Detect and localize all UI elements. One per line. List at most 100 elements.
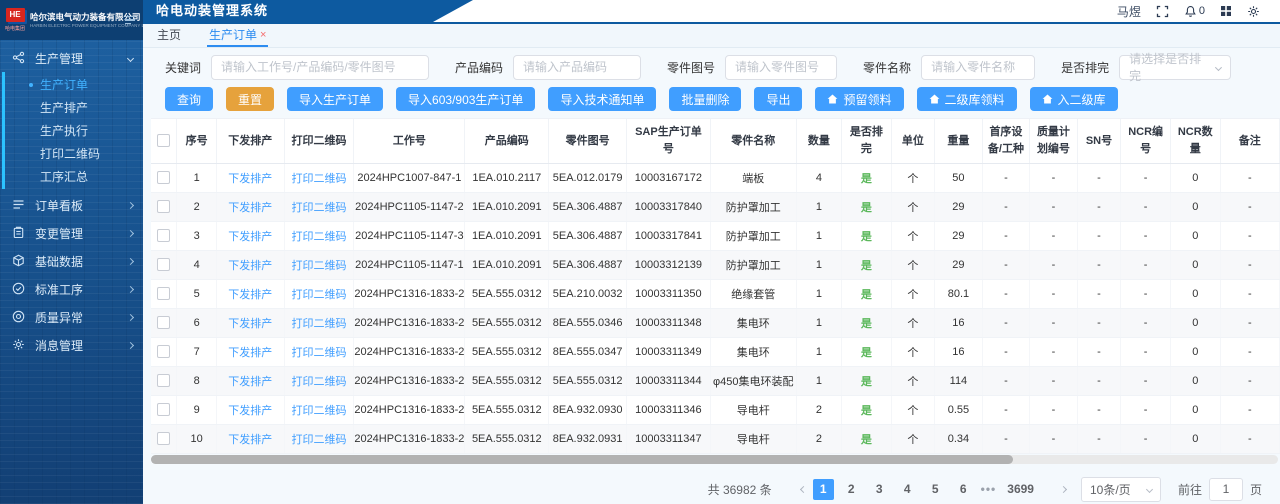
import-production-order-button[interactable]: 导入生产订单: [287, 87, 384, 111]
notification-bell-icon[interactable]: 0: [1184, 5, 1205, 18]
print-qrcode-link[interactable]: 打印二维码: [291, 434, 346, 446]
print-qrcode-link[interactable]: 打印二维码: [291, 318, 346, 330]
cell-ncr_no: -: [1120, 250, 1171, 280]
cell-seq: 8: [176, 366, 217, 396]
sidebar-item-change-management[interactable]: 变更管理: [0, 219, 143, 247]
row-checkbox[interactable]: [157, 403, 171, 416]
cell-plan_no: -: [1029, 424, 1078, 454]
dispatch-link[interactable]: 下发排产: [228, 260, 272, 272]
dispatch-link[interactable]: 下发排产: [228, 231, 272, 243]
column-header-ncr_no: NCR编号: [1120, 119, 1171, 164]
sidebar-item-production-execution[interactable]: 生产执行: [0, 119, 143, 142]
horizontal-scrollbar[interactable]: [151, 454, 1278, 464]
cell-first_device: -: [982, 192, 1031, 222]
sidebar-item-message-management[interactable]: 消息管理: [0, 331, 143, 359]
row-checkbox[interactable]: [157, 171, 171, 184]
is-scheduled-select[interactable]: 请选择是否排完: [1119, 52, 1232, 83]
tab-home-label: 主页: [157, 28, 182, 42]
tab-home[interactable]: 主页: [155, 24, 183, 47]
sidebar-item-print-qrcode[interactable]: 打印二维码: [0, 142, 143, 165]
cell-weight: 29: [934, 250, 983, 280]
import-tech-notice-button[interactable]: 导入技术通知单: [548, 87, 657, 111]
current-user[interactable]: 马煜: [1117, 3, 1141, 20]
part-name-input[interactable]: [921, 54, 1036, 80]
page-size-select[interactable]: 10条/页: [1080, 476, 1161, 502]
page-button-5[interactable]: 5: [925, 479, 946, 500]
scheduled-flag: 是: [860, 230, 872, 243]
row-checkbox[interactable]: [157, 287, 171, 300]
dispatch-link[interactable]: 下发排产: [228, 347, 272, 359]
pagination-ellipsis-icon[interactable]: •••: [981, 482, 997, 496]
cell-work_no: 2024HPC1316-1833-2: [353, 308, 466, 338]
batch-delete-button[interactable]: 批量删除: [669, 87, 742, 111]
product-code-input[interactable]: [513, 54, 642, 80]
cell-remark: -: [1220, 163, 1280, 193]
sidebar-item-production-management[interactable]: 生产管理: [0, 44, 143, 72]
select-all-checkbox[interactable]: [157, 134, 171, 148]
keyword-input[interactable]: [211, 54, 430, 80]
row-checkbox[interactable]: [157, 258, 171, 271]
sidebar-item-standard-process[interactable]: 标准工序: [0, 275, 143, 303]
cell-ncr_no: -: [1120, 279, 1171, 309]
column-header-label: 打印二维码: [291, 134, 347, 147]
print-qrcode-link[interactable]: 打印二维码: [291, 289, 346, 301]
export-button[interactable]: 导出: [754, 87, 803, 111]
page-button-2[interactable]: 2: [841, 479, 862, 500]
dispatch-link[interactable]: 下发排产: [228, 376, 272, 388]
print-qrcode-link[interactable]: 打印二维码: [291, 231, 346, 243]
page-button-3699[interactable]: 3699: [1003, 479, 1038, 500]
secondary-store-picking-button[interactable]: 二级库领料: [916, 87, 1017, 111]
cell-dispatch: 下发排产: [216, 308, 285, 338]
dispatch-link[interactable]: 下发排产: [228, 173, 272, 185]
fullscreen-icon[interactable]: [1156, 5, 1169, 18]
cell-checkbox: [151, 308, 178, 338]
print-qrcode-link[interactable]: 打印二维码: [291, 202, 346, 214]
row-checkbox[interactable]: [157, 200, 171, 213]
row-checkbox[interactable]: [157, 432, 171, 445]
print-qrcode-link[interactable]: 打印二维码: [291, 347, 346, 359]
print-qrcode-link[interactable]: 打印二维码: [291, 376, 346, 388]
gear-icon: [12, 338, 26, 352]
part-drawing-no-input[interactable]: [725, 54, 838, 80]
goto-page-input[interactable]: [1208, 477, 1243, 501]
search-button[interactable]: 查询: [165, 87, 214, 111]
cell-work_no: 2024HPC1316-1833-2: [353, 337, 466, 367]
horizontal-scrollbar-thumb[interactable]: [151, 454, 1014, 464]
row-checkbox[interactable]: [157, 229, 171, 242]
reserve-picking-button[interactable]: 预留领料: [815, 87, 904, 111]
sidebar-item-quality-exception[interactable]: 质量异常: [0, 303, 143, 331]
row-checkbox[interactable]: [157, 374, 171, 387]
reset-button[interactable]: 重置: [226, 87, 275, 111]
row-checkbox[interactable]: [157, 345, 171, 358]
tab-production-order[interactable]: 生产订单 ×: [207, 24, 269, 47]
dispatch-link[interactable]: 下发排产: [228, 202, 272, 214]
dispatch-link[interactable]: 下发排产: [228, 405, 272, 417]
dispatch-link[interactable]: 下发排产: [228, 318, 272, 330]
settings-gear-icon[interactable]: [1247, 5, 1260, 18]
row-checkbox[interactable]: [157, 316, 171, 329]
sidebar-item-production-scheduling[interactable]: 生产排产: [0, 96, 143, 119]
main-area: 哈电动装管理系统 马煜 0 主页 生产订单 × 关键词 请输入工作号/产品编码/…: [143, 0, 1280, 504]
print-qrcode-link[interactable]: 打印二维码: [291, 260, 346, 272]
sidebar-item-basic-data[interactable]: 基础数据: [0, 247, 143, 275]
into-secondary-store-button[interactable]: 入二级库: [1029, 87, 1118, 111]
previous-page-button[interactable]: [785, 479, 807, 500]
import-603-903-order-button[interactable]: 导入603/903生产订单: [396, 87, 536, 111]
dispatch-link[interactable]: 下发排产: [228, 434, 272, 446]
dispatch-link[interactable]: 下发排产: [228, 289, 272, 301]
cell-checkbox: [151, 221, 178, 251]
tab-close-icon[interactable]: ×: [260, 29, 266, 41]
sidebar-item-production-order[interactable]: 生产订单: [0, 73, 143, 96]
page-button-6[interactable]: 6: [953, 479, 974, 500]
page-button-4[interactable]: 4: [897, 479, 918, 500]
apps-grid-icon[interactable]: [1220, 5, 1232, 17]
cell-checkbox: [151, 163, 178, 193]
print-qrcode-link[interactable]: 打印二维码: [291, 173, 346, 185]
print-qrcode-link[interactable]: 打印二维码: [291, 405, 346, 417]
cell-sap_no: 10003317840: [626, 192, 711, 222]
page-button-1[interactable]: 1: [812, 478, 834, 500]
sidebar-item-process-summary[interactable]: 工序汇总: [0, 165, 143, 188]
page-button-3[interactable]: 3: [869, 479, 890, 500]
sidebar-item-order-board[interactable]: 订单看板: [0, 191, 143, 219]
next-page-button[interactable]: [1045, 479, 1068, 500]
